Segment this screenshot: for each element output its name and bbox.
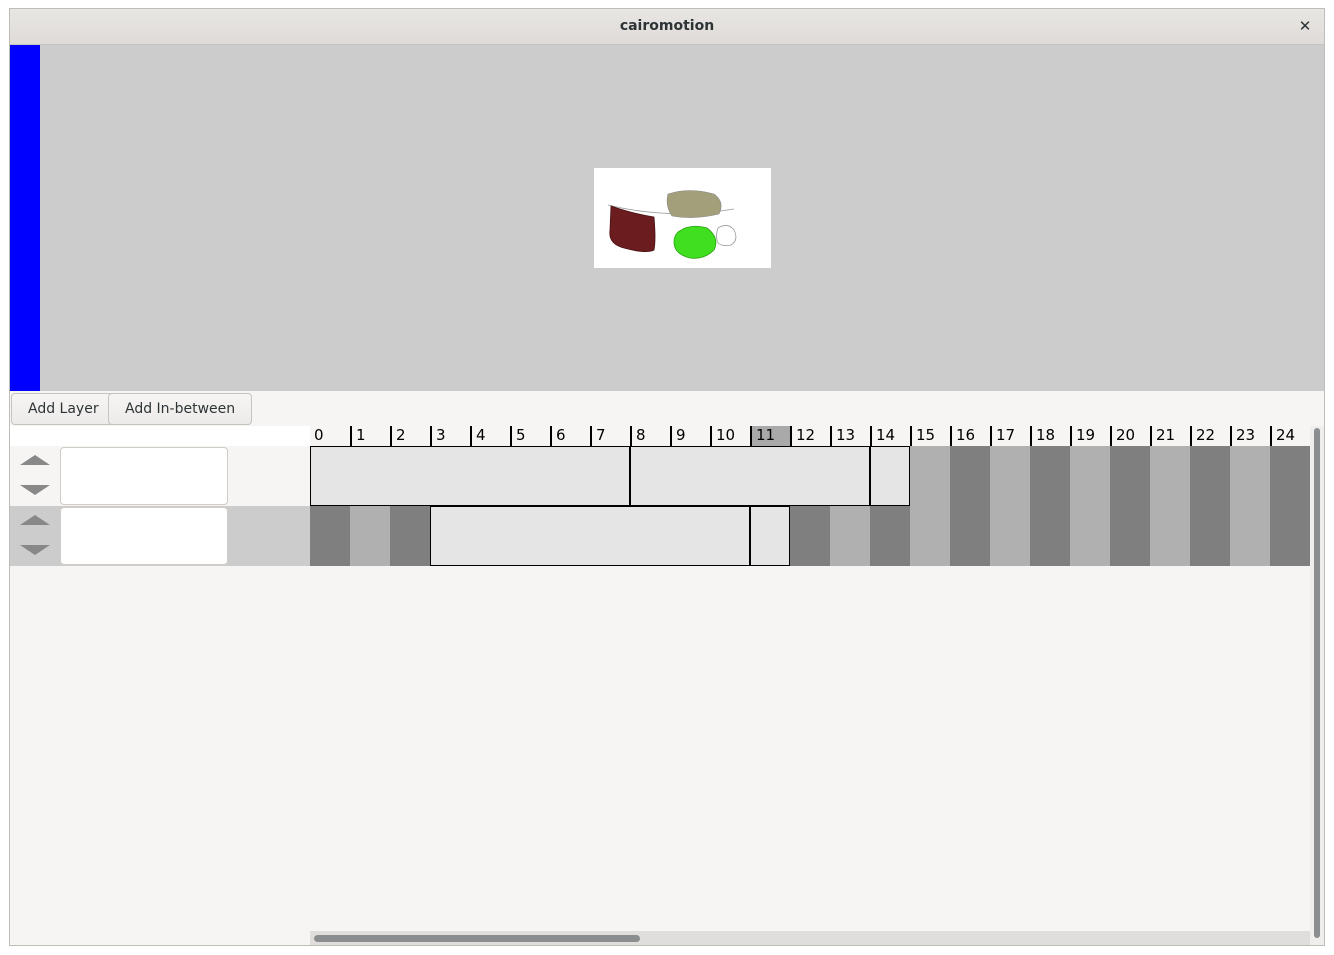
- tool-strip[interactable]: [10, 45, 40, 391]
- layer-frames-1[interactable]: [310, 446, 1310, 506]
- frame-number-24[interactable]: 24: [1270, 426, 1310, 446]
- frame-number-22[interactable]: 22: [1190, 426, 1230, 446]
- empty-frame[interactable]: [1270, 506, 1310, 566]
- keyframe-span[interactable]: [750, 506, 790, 566]
- app-window: cairomotion ✕ Add Layer Add In-between 0…: [9, 8, 1325, 946]
- olive-shape: [666, 190, 722, 218]
- add-layer-button[interactable]: Add Layer: [11, 393, 116, 425]
- drawing-canvas[interactable]: [10, 45, 1324, 391]
- empty-frame[interactable]: [950, 506, 990, 566]
- frame-number-19[interactable]: 19: [1070, 426, 1110, 446]
- triangle-down-icon[interactable]: [20, 484, 50, 496]
- layer-frames-2[interactable]: [310, 506, 1310, 566]
- empty-frame[interactable]: [1270, 446, 1310, 506]
- empty-frame[interactable]: [910, 446, 950, 506]
- empty-frame[interactable]: [790, 506, 830, 566]
- triangle-down-icon[interactable]: [20, 544, 50, 556]
- keyframe-span[interactable]: [430, 506, 750, 566]
- frame-number-3[interactable]: 3: [430, 426, 470, 446]
- empty-frame[interactable]: [1030, 506, 1070, 566]
- empty-frame[interactable]: [350, 506, 390, 566]
- close-icon[interactable]: ✕: [1294, 15, 1316, 37]
- frame-number-16[interactable]: 16: [950, 426, 990, 446]
- layer-row-1: [10, 446, 312, 506]
- frame-ruler[interactable]: 0 1 2 3 4 5 6 7 8 9 10 11 12 13 14 15 16 17 18 19 20 21 22 23 24: [310, 426, 1310, 446]
- frame-number-23[interactable]: 23: [1230, 426, 1270, 446]
- empty-frame[interactable]: [1030, 446, 1070, 506]
- empty-frame[interactable]: [390, 506, 430, 566]
- stage-drawing: [607, 190, 737, 259]
- empty-frame[interactable]: [1190, 506, 1230, 566]
- frame-number-18[interactable]: 18: [1030, 426, 1070, 446]
- keyframe-span[interactable]: [870, 446, 910, 506]
- frame-number-4[interactable]: 4: [470, 426, 510, 446]
- layer-name-input[interactable]: [60, 447, 228, 505]
- frame-number-17[interactable]: 17: [990, 426, 1030, 446]
- frame-number-7[interactable]: 7: [590, 426, 630, 446]
- empty-frame[interactable]: [990, 446, 1030, 506]
- empty-frame[interactable]: [310, 506, 350, 566]
- empty-frame[interactable]: [950, 446, 990, 506]
- frame-number-13[interactable]: 13: [830, 426, 870, 446]
- horizontal-scrollbar[interactable]: [310, 931, 1310, 945]
- keyframe-span[interactable]: [630, 446, 870, 506]
- frame-number-11[interactable]: 11: [750, 426, 790, 446]
- title-bar: cairomotion ✕: [10, 9, 1324, 45]
- empty-frame[interactable]: [1110, 446, 1150, 506]
- frame-number-12[interactable]: 12: [790, 426, 830, 446]
- stage-frame[interactable]: [594, 168, 771, 268]
- frame-number-9[interactable]: 9: [670, 426, 710, 446]
- action-bar: Add Layer Add In-between: [10, 391, 1324, 427]
- frame-number-14[interactable]: 14: [870, 426, 910, 446]
- empty-frame[interactable]: [830, 506, 870, 566]
- maroon-shape: [609, 205, 656, 252]
- vertical-scrollbar[interactable]: [1310, 426, 1324, 945]
- empty-frame[interactable]: [1070, 446, 1110, 506]
- triangle-up-icon[interactable]: [20, 454, 50, 466]
- empty-frame[interactable]: [870, 506, 910, 566]
- frame-number-2[interactable]: 2: [390, 426, 430, 446]
- empty-frame[interactable]: [1070, 506, 1110, 566]
- layer-name-input[interactable]: [60, 507, 228, 565]
- frame-number-5[interactable]: 5: [510, 426, 550, 446]
- frame-number-0[interactable]: 0: [310, 426, 350, 446]
- empty-frame[interactable]: [1110, 506, 1150, 566]
- layer-row-2: [10, 506, 312, 566]
- horizontal-scroll-thumb[interactable]: [314, 935, 640, 942]
- empty-frame[interactable]: [910, 506, 950, 566]
- frame-number-20[interactable]: 20: [1110, 426, 1150, 446]
- white-shape: [716, 225, 737, 247]
- empty-frame[interactable]: [1230, 506, 1270, 566]
- frame-number-15[interactable]: 15: [910, 426, 950, 446]
- empty-frame[interactable]: [1150, 506, 1190, 566]
- triangle-up-icon[interactable]: [20, 514, 50, 526]
- empty-frame[interactable]: [990, 506, 1030, 566]
- empty-frame[interactable]: [1150, 446, 1190, 506]
- add-inbetween-button[interactable]: Add In-between: [108, 393, 253, 425]
- keyframe-span[interactable]: [310, 446, 630, 506]
- empty-frame[interactable]: [1230, 446, 1270, 506]
- frame-number-21[interactable]: 21: [1150, 426, 1190, 446]
- empty-frame[interactable]: [1190, 446, 1230, 506]
- window-title: cairomotion: [619, 18, 715, 34]
- frame-number-8[interactable]: 8: [630, 426, 670, 446]
- green-shape: [673, 225, 717, 259]
- frame-number-1[interactable]: 1: [350, 426, 390, 446]
- frame-number-10[interactable]: 10: [710, 426, 750, 446]
- vertical-scroll-thumb[interactable]: [1314, 428, 1320, 938]
- ruler-spacer: [10, 426, 312, 446]
- frame-number-6[interactable]: 6: [550, 426, 590, 446]
